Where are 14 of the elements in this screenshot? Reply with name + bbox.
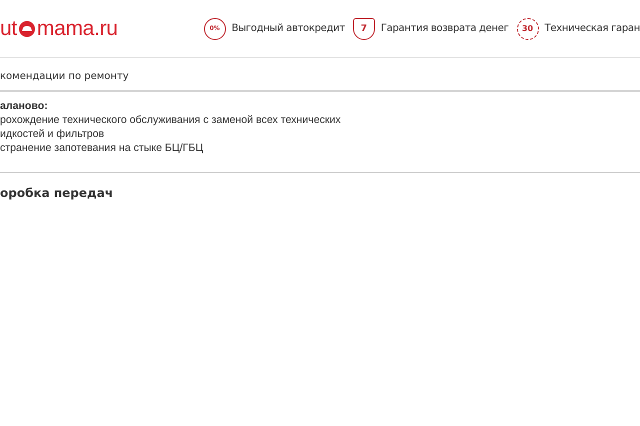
car-icon	[18, 20, 36, 38]
shield-icon: 7	[352, 18, 375, 40]
recommendation-text: аланово:	[0, 99, 49, 113]
logo-text[interactable]: mama.ru	[36, 16, 118, 40]
seal-icon: 30	[516, 18, 539, 40]
section-title: комендации по ремонту	[0, 58, 640, 92]
recommendation-text: странение запотевания на стыке БЦ/ГБЦ	[0, 141, 204, 155]
benefit-label[interactable]: Выгодный автокредит	[232, 23, 345, 34]
logo-text[interactable]: ut	[0, 16, 17, 40]
benefit-label[interactable]: Гарантия возврата денег	[380, 23, 509, 34]
section-heading: оробка передач	[0, 186, 114, 200]
benefit-label[interactable]: Техническая гаран	[544, 23, 640, 34]
recommendation-text: рохождение технического обслуживания с заменой всех технических	[0, 113, 342, 127]
recommendation-text: идкостей и фильтров	[0, 127, 106, 141]
